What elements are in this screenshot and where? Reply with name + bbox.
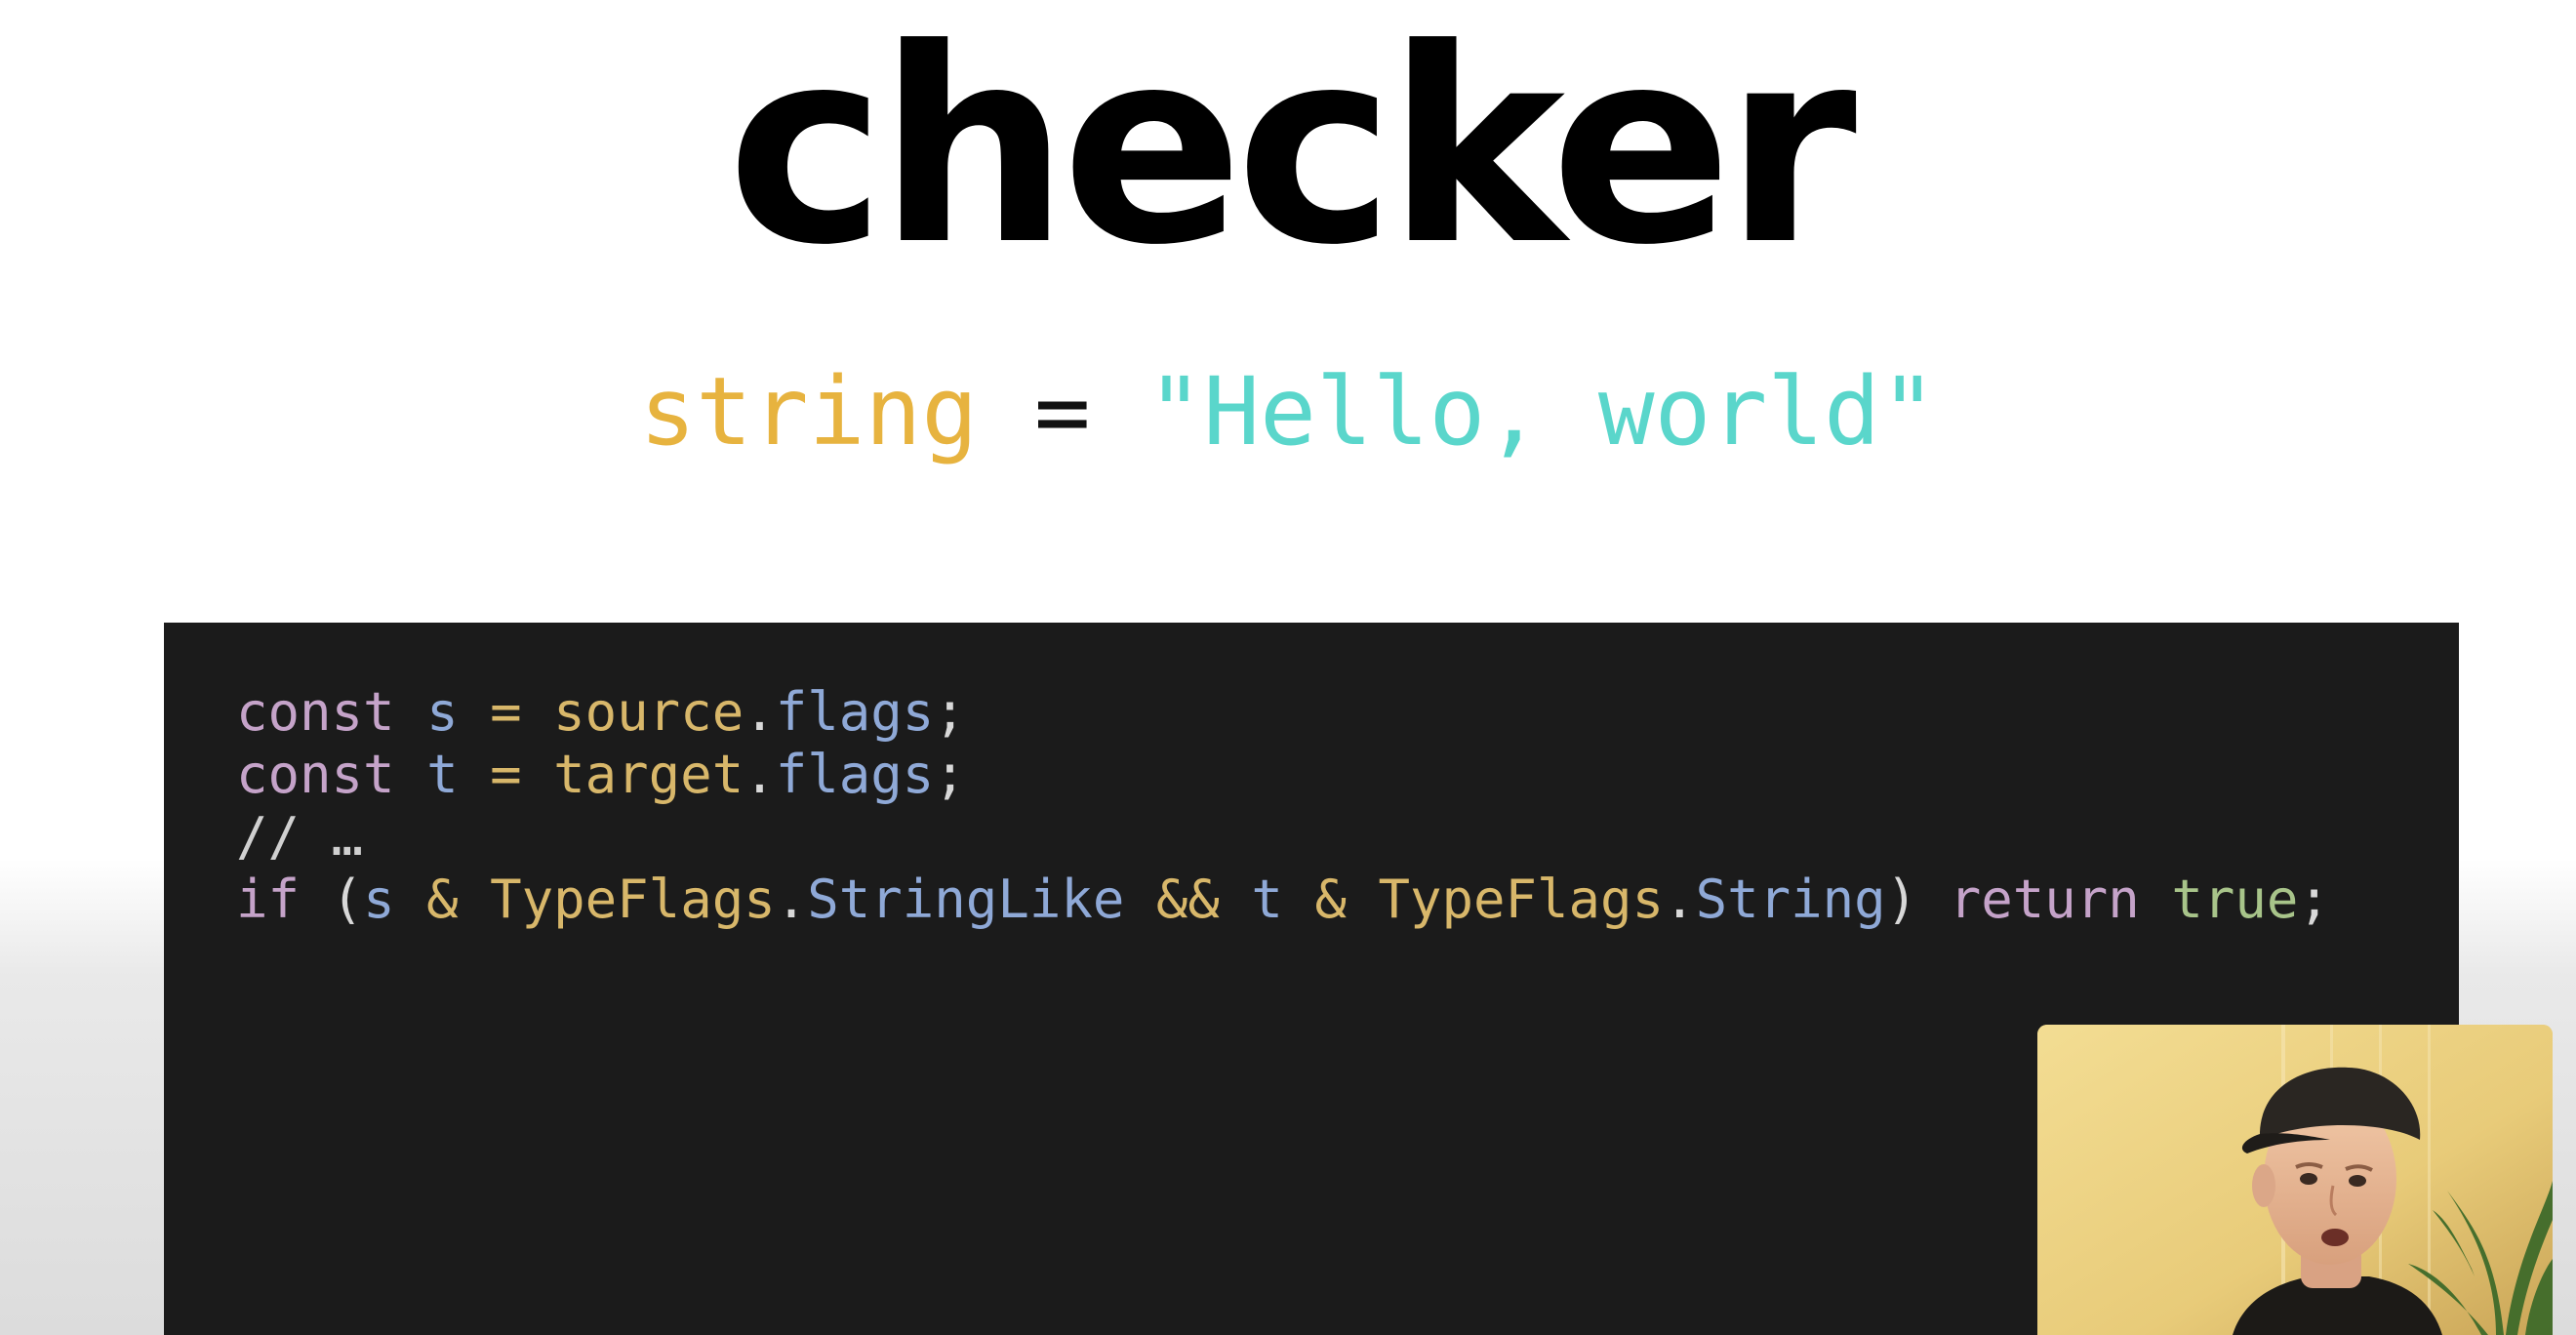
code-token-keyword: return [1949,869,2140,930]
code-token-punctuation: . [775,869,808,930]
code-token-property: StringLike [807,869,1125,930]
code-token-operator: && [1155,869,1220,930]
code-token-property: flags [775,681,935,743]
code-token-punctuation: ) [1885,869,1950,930]
type-assignment: string = "Hello, world" [0,353,2576,470]
assignment-space [1091,357,1147,466]
code-line: // … [236,806,2330,869]
code-token-object: TypeFlags [490,869,776,930]
assignment-operator: = [1033,357,1091,466]
slide-title: checker [727,0,1857,303]
code-token-variable: s [426,681,459,743]
code-line: if (s & TypeFlags.StringLike && t & Type… [236,869,2330,931]
code-token-operator: = [490,681,522,743]
code-token-punctuation: ; [2298,869,2330,930]
code-token-punctuation: . [1664,869,1696,930]
code-token-operator: & [1314,869,1347,930]
code-token-keyword: const [236,681,395,743]
assignment-value: "Hello, world" [1147,357,1937,466]
code-token-comment: // … [236,806,364,868]
code-token-operator: & [426,869,459,930]
code-token-property: flags [775,744,935,805]
code-token-variable: t [426,744,459,805]
assignment-type: string [639,357,979,466]
code-token-punctuation: ; [934,681,966,743]
code-token-object: TypeFlags [1378,869,1665,930]
assignment-space [978,357,1034,466]
code-token-punctuation: . [744,681,776,743]
code-token-punctuation: ( [300,869,364,930]
code-token-keyword: if [236,869,301,930]
code-token-property: String [1695,869,1886,930]
presenter-video-icon [2037,1025,2553,1335]
code-token-variable: t [1251,869,1283,930]
code-line: const s = source.flags; [236,681,2330,744]
code-token-boolean: true [2171,869,2299,930]
presenter-webcam [2037,1025,2553,1335]
code-token-variable: s [363,869,395,930]
code-line: const t = target.flags; [236,744,2330,806]
code-token-punctuation: ; [934,744,966,805]
code-block: const s = source.flags; const t = target.… [236,681,2330,931]
code-token-object: source [553,681,745,743]
code-token-object: target [553,744,745,805]
code-token-keyword: const [236,744,395,805]
code-token-operator: = [490,744,522,805]
code-token-punctuation: . [744,744,776,805]
